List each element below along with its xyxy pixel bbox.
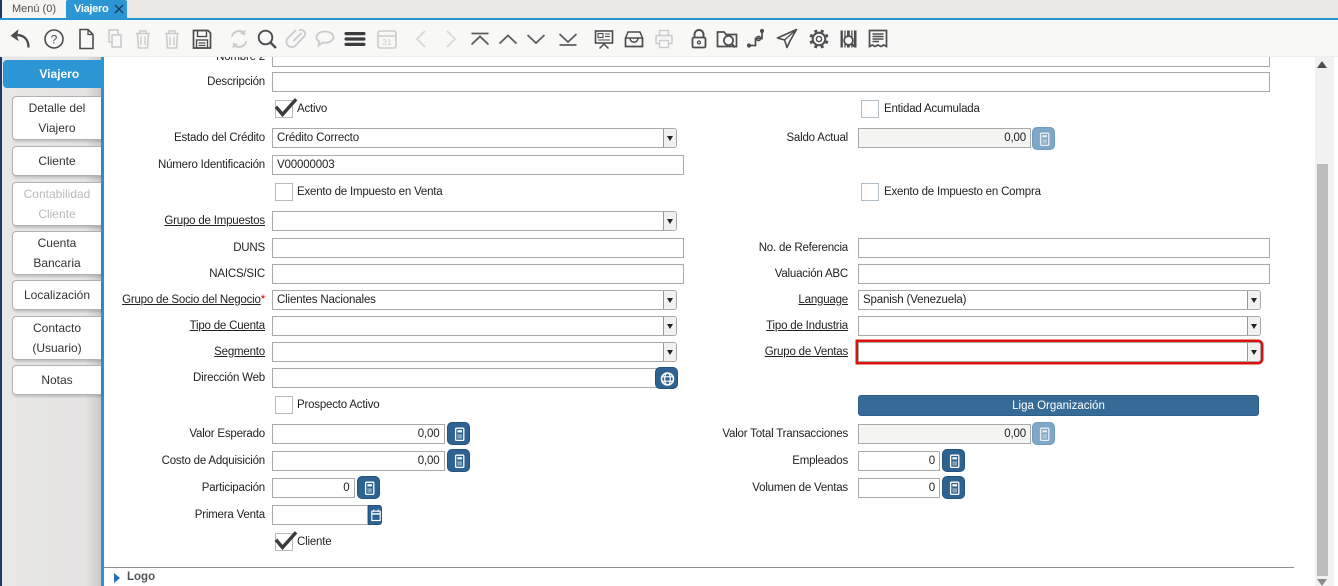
svg-text:?: ? [50, 33, 57, 47]
svg-text:31: 31 [382, 37, 392, 47]
